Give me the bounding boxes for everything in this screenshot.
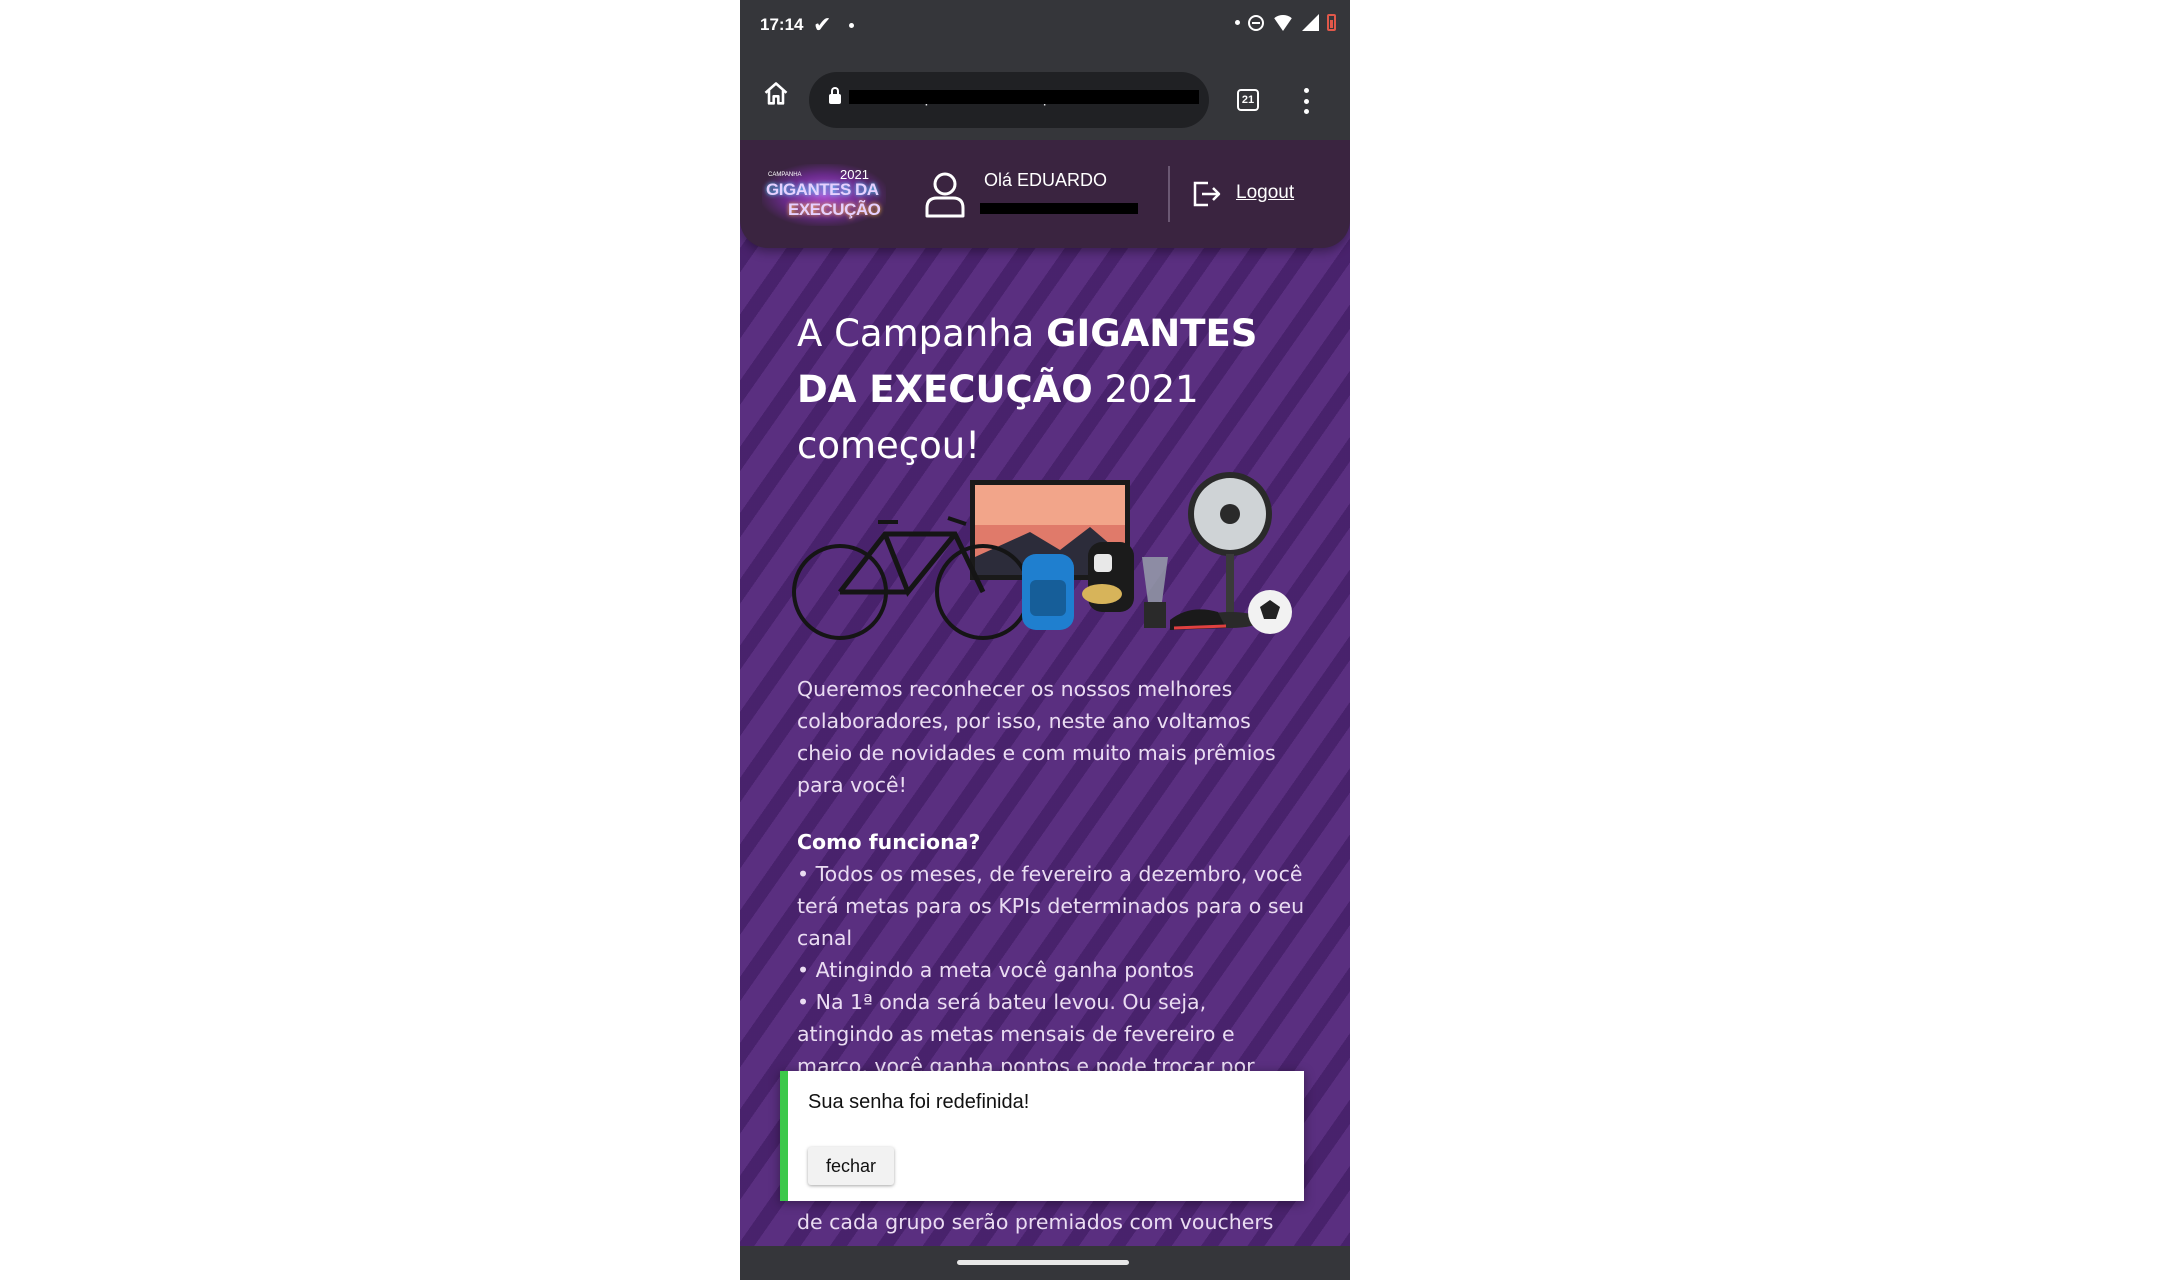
battery-icon [1327, 14, 1336, 31]
greeting-prefix: Olá [984, 170, 1013, 190]
shoes-prize-image [1170, 609, 1227, 630]
cell-signal-icon [1302, 14, 1319, 31]
logo-title-line1: GIGANTES DA [766, 180, 879, 199]
snackbar-message: Sua senha foi redefinida! [808, 1091, 1030, 1113]
url-redaction [849, 90, 1199, 104]
user-name: EDUARDO [1017, 170, 1108, 190]
ball-prize-image [1248, 590, 1292, 634]
surname-redaction [980, 203, 1138, 214]
site-header: CAMPANHA 2021 GIGANTES DA EXECUÇÃO Olá E… [740, 140, 1350, 248]
blender-prize-image [1142, 557, 1168, 628]
headline-part1: A Campanha [797, 312, 1047, 355]
how-it-works-title: Como funciona? [797, 830, 981, 854]
backpack-prize-image [1022, 554, 1074, 630]
notification-dot-icon [1235, 20, 1240, 25]
menu-dot-icon [1303, 98, 1309, 104]
browser-menu-button[interactable] [1302, 88, 1310, 114]
menu-dot-icon [1303, 109, 1309, 114]
status-icons [1235, 14, 1336, 31]
close-snackbar-button[interactable]: fechar [808, 1147, 894, 1185]
how-it-works-item: • Todos os meses, de fevereiro a dezembr… [797, 862, 1305, 950]
logout-icon[interactable] [1192, 180, 1222, 208]
prizes-illustration [792, 472, 1292, 640]
status-time: 17:14 [760, 15, 804, 34]
user-greeting: Olá EDUARDO [984, 170, 1107, 191]
status-bar: 17:14 ✔ [740, 0, 1350, 52]
page-headline: A Campanha GIGANTES DA EXECUÇÃO 2021 com… [797, 306, 1327, 474]
phone-screen: 17:14 ✔ incentivos.premiacao.example 21 [740, 0, 1350, 1280]
air-fryer-prize-image [1082, 542, 1134, 612]
gesture-handle[interactable] [957, 1260, 1129, 1265]
system-navigation-bar [740, 1246, 1350, 1280]
wifi-icon [1272, 14, 1294, 31]
address-bar[interactable]: incentivos.premiacao.example [809, 72, 1209, 128]
do-not-disturb-icon [1248, 14, 1264, 31]
campaign-logo[interactable]: CAMPANHA 2021 GIGANTES DA EXECUÇÃO [762, 164, 886, 226]
intro-paragraph: Queremos reconhecer os nossos melhores c… [797, 677, 1276, 797]
notification-dot-icon [849, 23, 854, 28]
browser-toolbar: incentivos.premiacao.example 21 [740, 52, 1350, 140]
how-it-works-list: • Todos os meses, de fevereiro a dezembr… [797, 858, 1307, 1082]
password-reset-snackbar: Sua senha foi redefinida! fechar [780, 1071, 1304, 1201]
logo-small-text: CAMPANHA [768, 172, 802, 178]
tab-switcher-button[interactable]: 21 [1237, 89, 1259, 111]
web-page: CAMPANHA 2021 GIGANTES DA EXECUÇÃO Olá E… [740, 140, 1350, 1246]
logout-link[interactable]: Logout [1236, 182, 1294, 204]
home-icon [764, 82, 788, 105]
how-it-works-item: • Atingindo a meta você ganha pontos [797, 958, 1195, 982]
check-icon: ✔ [813, 12, 832, 37]
menu-dot-icon [1303, 88, 1309, 93]
continued-text: de cada grupo serão premiados com vouche… [797, 1210, 1274, 1234]
how-it-works-item: • Na 1ª onda será bateu levou. Ou seja, … [797, 990, 1255, 1078]
home-button[interactable] [754, 72, 798, 116]
header-divider [1168, 166, 1170, 222]
logo-title-line2: EXECUÇÃO [788, 200, 881, 219]
lock-icon [829, 87, 841, 104]
user-icon [925, 172, 965, 218]
